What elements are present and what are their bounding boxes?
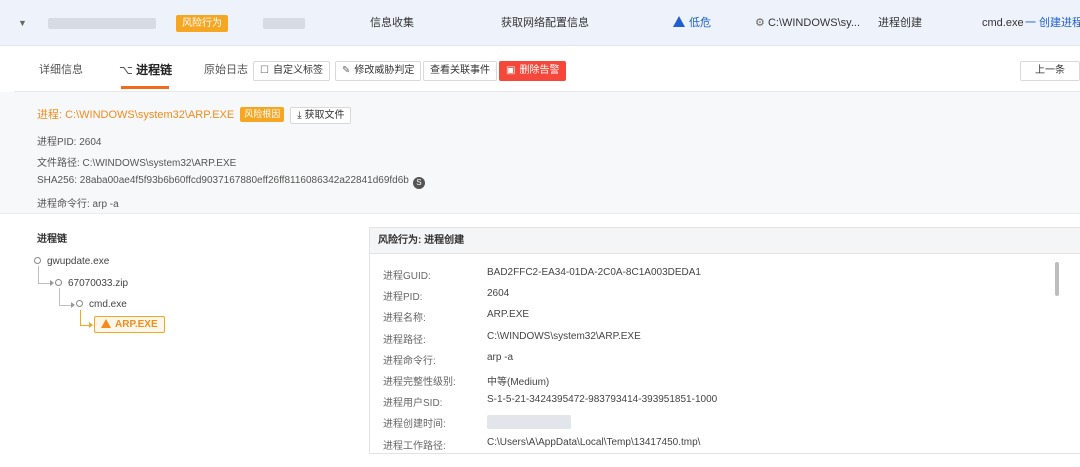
previous-button[interactable]: 上一条 xyxy=(1020,61,1080,81)
node-circle-icon xyxy=(76,300,83,307)
arrow-right-icon xyxy=(89,322,93,328)
chain-node-zip[interactable]: 67070033.zip xyxy=(55,278,128,289)
node-label: ARP.EXE xyxy=(115,319,158,330)
path-cell: ⚙ C:\WINDOWS\sy... xyxy=(755,0,860,46)
risk-detail-panel: 风险行为: 进程创建 进程GUID: BAD2FFC2-EA34-01DA-2C0… xyxy=(369,227,1080,454)
redacted-value xyxy=(487,415,571,430)
get-file-label: 获取文件 xyxy=(304,110,345,121)
tab-raw-log[interactable]: 原始日志 xyxy=(204,52,248,88)
chain-connector xyxy=(38,266,39,283)
node-circle-icon xyxy=(34,257,41,264)
delete-alert-button[interactable]: ▣ 删除告警 xyxy=(499,61,567,81)
detail-key: 进程PID: xyxy=(383,292,423,304)
process-pid: 进程PID: 2604 xyxy=(37,137,102,148)
detail-key: 进程路径: xyxy=(383,334,426,346)
process-title-line: 进程: C:\WINDOWS\system32\ARP.EXE 风险根因 ⤓ 获取文… xyxy=(37,106,352,124)
detail-value: C:\Users\A\AppData\Local\Temp\13417450.t… xyxy=(487,436,701,448)
hash-search-icon[interactable]: S xyxy=(412,177,425,189)
detail-value: BAD2FFC2-EA34-01DA-2C0A-8C1A003DEDA1 xyxy=(487,267,701,278)
detail-value xyxy=(487,415,571,430)
detail-key: 进程名称: xyxy=(383,313,426,325)
custom-tag-label: 自定义标签 xyxy=(272,65,323,76)
scrollbar-thumb[interactable] xyxy=(1055,262,1059,296)
warning-icon xyxy=(673,16,685,27)
modify-threat-button[interactable]: ✎ 修改威胁判定 xyxy=(335,61,422,81)
chain-connector xyxy=(59,288,60,305)
chain-connector xyxy=(38,283,50,284)
action-text: 进程创建 xyxy=(878,17,922,29)
arrow-right-icon xyxy=(71,302,75,308)
detail-value: S-1-5-21-3424395472-983793414-393951851-… xyxy=(487,394,718,406)
tab-process-chain[interactable]: ⌥ 进程链 xyxy=(119,52,172,88)
detail-key: 进程命令行: xyxy=(383,355,436,367)
behavior-text: 获取网络配置信息 xyxy=(501,17,589,29)
level-indicator: 低危 xyxy=(673,0,711,46)
detail-value: arp -a xyxy=(487,351,514,363)
detail-key: 进程用户SID: xyxy=(383,398,443,410)
delete-alert-label: 删除告警 xyxy=(519,65,560,76)
sha256-text: SHA256: 28aba00ae4f5f93b6b60ffcd90371678… xyxy=(37,175,409,186)
warning-icon xyxy=(101,319,111,328)
redacted-field xyxy=(263,18,305,29)
process-info: 进程: C:\WINDOWS\system32\ARP.EXE 风险根因 ⤓ 获取文… xyxy=(0,92,1080,214)
active-tab-indicator xyxy=(121,86,169,89)
chain-node-cmd[interactable]: cmd.exe xyxy=(76,299,127,310)
process-title: 进程: C:\WINDOWS\system32\ARP.EXE xyxy=(37,109,235,121)
node-label: cmd.exe xyxy=(89,299,127,310)
tab-process-chain-label: 进程链 xyxy=(136,63,173,77)
detail-value: 中等(Medium) xyxy=(487,377,550,388)
file-path: 文件路径: C:\WINDOWS\system32\ARP.EXE xyxy=(37,158,237,169)
level-text: 低危 xyxy=(689,17,711,29)
detail-key: 进程GUID: xyxy=(383,271,431,282)
chain-heading: 进程链 xyxy=(37,234,67,245)
node-label: 67070033.zip xyxy=(68,278,129,289)
risk-behavior-tag: 风险行为 xyxy=(176,15,228,32)
arrow-right-icon xyxy=(50,280,54,286)
risk-root-tag: 风险根因 xyxy=(240,107,285,122)
category-text: 信息收集 xyxy=(370,17,414,29)
detail-value: 2604 xyxy=(487,288,510,300)
chain-node-arp[interactable]: ARP.EXE xyxy=(94,316,165,333)
edit-icon: ✎ xyxy=(342,65,351,76)
process-cmdline: 进程命令行: arp -a xyxy=(37,199,119,210)
redacted-field xyxy=(48,18,156,29)
process-chain-icon: ⌥ xyxy=(119,63,133,77)
settings-icon: ⚙ xyxy=(755,17,765,29)
panel-title: 风险行为: 进程创建 xyxy=(370,228,1080,254)
chain-node-gwupdate[interactable]: gwupdate.exe xyxy=(34,256,109,267)
detail-key: 进程工作路径: xyxy=(383,440,446,452)
tab-details[interactable]: 详细信息 xyxy=(39,52,83,88)
trash-icon: ▣ xyxy=(506,65,516,76)
download-icon: ⤓ xyxy=(297,110,302,121)
create-process-link[interactable]: 一 创建进程 - xyxy=(1025,0,1080,46)
process-text: cmd.exe xyxy=(982,17,1024,29)
detail-key: 进程创建时间: xyxy=(383,419,446,431)
tag-icon: ☐ xyxy=(260,65,269,76)
custom-tag-button[interactable]: ☐ 自定义标签 xyxy=(253,61,330,81)
node-circle-icon xyxy=(55,279,62,286)
detail-value: ARP.EXE xyxy=(487,309,530,321)
sha256-line: SHA256: 28aba00ae4f5f93b6b60ffcd90371678… xyxy=(37,175,425,189)
chain-connector-risk xyxy=(80,310,81,325)
detail-tabs: 详细信息 ⌥ 进程链 原始日志 ☐ 自定义标签 ✎ 修改威胁判定 查看关联事件 ▣ 删… xyxy=(14,52,1080,92)
chevron-down-icon[interactable]: ▼ xyxy=(18,0,27,46)
detail-key: 进程完整性级别: xyxy=(383,377,456,388)
path-text: C:\WINDOWS\sy... xyxy=(767,17,861,29)
alert-summary-row[interactable]: ▼ 风险行为 信息收集 获取网络配置信息 低危 ⚙ C:\WINDOWS\sy.… xyxy=(0,0,1080,46)
modify-threat-label: 修改威胁判定 xyxy=(354,65,415,76)
view-related-button[interactable]: 查看关联事件 xyxy=(423,61,497,81)
node-label: gwupdate.exe xyxy=(47,256,110,267)
chain-connector xyxy=(59,305,71,306)
detail-value: C:\WINDOWS\system32\ARP.EXE xyxy=(487,330,641,342)
get-file-button[interactable]: ⤓ 获取文件 xyxy=(290,107,352,124)
